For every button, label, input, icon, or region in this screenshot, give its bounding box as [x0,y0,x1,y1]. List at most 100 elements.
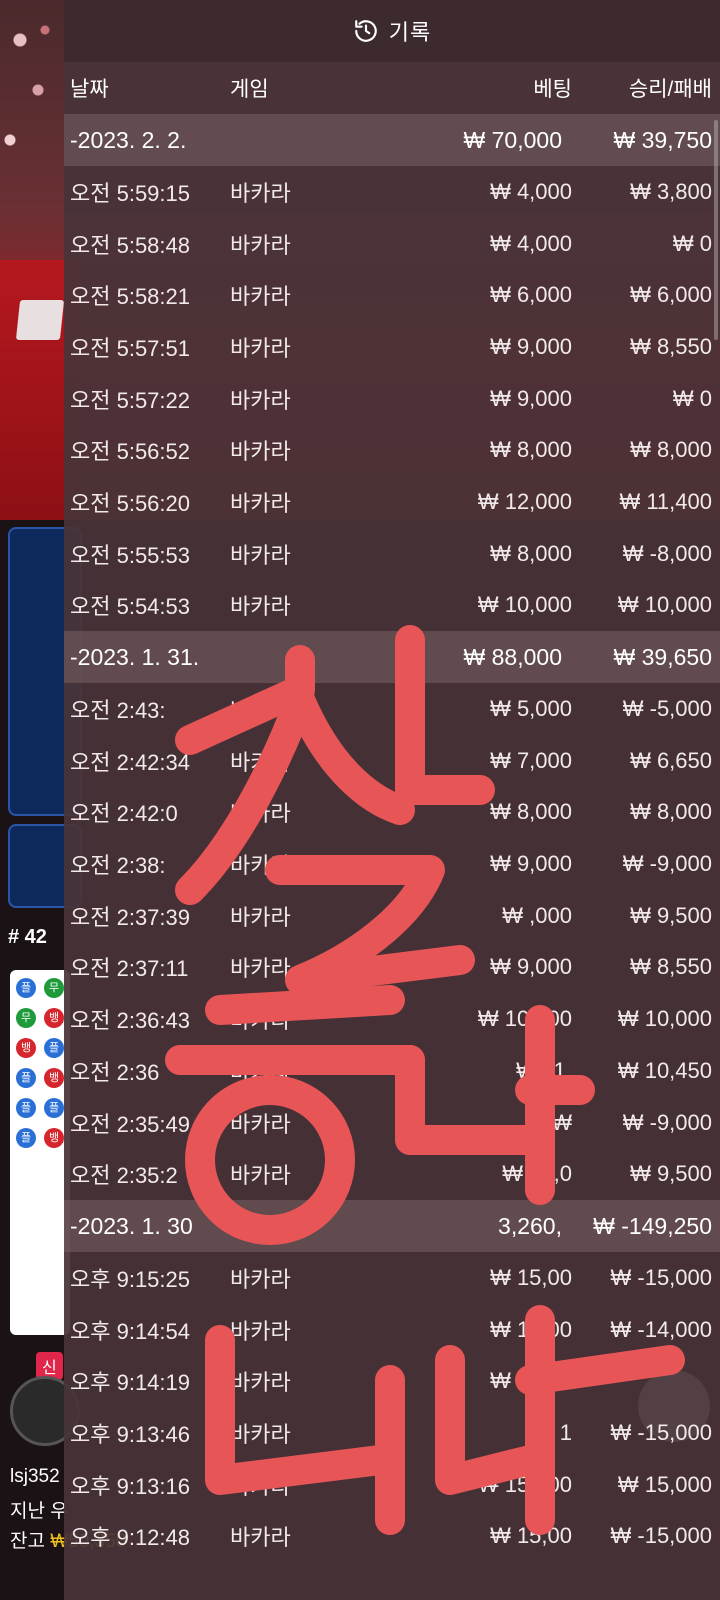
row-game: 바카라 [230,1370,291,1396]
row-game: 바카라 [230,1473,291,1499]
history-row[interactable]: 오전 2:37:11 바카라 ₩ 9,000 ₩ 8,550 [64,942,720,994]
group-date: -2023. 2. 2. [70,126,187,153]
history-list[interactable]: -2023. 2. 2. ₩ 70,000 ₩ 39,750 오전 5:59:15 바카… [64,114,720,1562]
history-row[interactable]: 오전 2:37:39 바카라 ₩ ,000 ₩ 9,500 [64,890,720,942]
history-row[interactable]: 오전 2:35:2 바카라 ₩ 10,0 ₩ 9,500 [64,1148,720,1200]
row-bet: ₩ 9,000 [490,851,572,877]
group-result-total: ₩ -149,250 [593,1212,712,1239]
group-bet-total: ₩ 88,000 [463,643,562,670]
row-time: 오전 5:58:21 [70,284,190,310]
row-time: 오전 2:35:2 [70,1163,178,1189]
history-row[interactable]: 오전 2:36:43 바카라 ₩ 10,000 ₩ 10,000 [64,993,720,1045]
row-result: ₩ -9,000 [622,1109,712,1135]
row-result: ₩ 11,400 [619,488,712,514]
row-result: ₩ -14,000 [610,1316,713,1342]
group-bet-total: ₩ 70,000 [463,126,562,153]
header-result: 승리/패배 [628,78,712,101]
row-time: 오전 5:57:22 [70,387,190,413]
scrollbar[interactable] [714,120,718,340]
row-game: 바카라 [230,1111,291,1137]
history-row[interactable]: 오전 2:43: 바카라 ₩ 5,000 ₩ -5,000 [64,683,720,735]
row-bet: ₩ 8,000 [490,437,572,463]
row-result: ₩ 8,550 [630,333,712,359]
history-row[interactable]: 오전 5:55:53 바카라 ₩ 8,000 ₩ -8,000 [64,528,720,580]
row-result: ₩ 9,500 [630,902,712,928]
history-row[interactable]: 오후 9:14:19 바카라 ₩ 15,00 [64,1355,720,1407]
row-game: 바카라 [230,801,291,827]
row-result: ₩ 10,000 [617,1006,712,1032]
row-time: 오전 2:42:0 [70,801,178,827]
history-row[interactable]: 오후 9:14:54 바카라 ₩ 14,00 ₩ -14,000 [64,1304,720,1356]
row-result: ₩ 8,000 [630,799,712,825]
row-time: 오전 2:36 [70,1059,160,1085]
row-result: ₩ -8,000 [622,540,712,566]
history-row[interactable]: 오전 5:56:52 바카라 ₩ 8,000 ₩ 8,000 [64,424,720,476]
row-result: ₩ 10,450 [617,1057,712,1083]
history-row[interactable]: 오전 5:57:51 바카라 ₩ 9,000 ₩ 8,550 [64,321,720,373]
row-game: 바카라 [230,490,291,516]
date-group-row: -2023. 2. 2. ₩ 70,000 ₩ 39,750 [64,114,720,166]
row-bet: ₩ 15,000 [477,1471,572,1497]
row-time: 오전 5:57:51 [70,335,190,361]
row-bet: ₩ 1 [532,1419,572,1445]
row-time: 오전 2:37:39 [70,904,190,930]
row-time: 오전 5:59:15 [70,180,190,206]
header-game: 게임 [230,78,269,101]
history-row[interactable]: 오전 2:36 바카라 ₩ 11, ₩ 10,450 [64,1045,720,1097]
row-time: 오전 5:56:52 [70,439,190,465]
row-result: ₩ 6,000 [630,282,712,308]
history-header: 기록 [64,0,720,62]
row-result: ₩ 8,000 [630,437,712,463]
last-round-line: 지난 우 [10,1501,68,1522]
history-row[interactable]: 오전 2:42:0 바카라 ₩ 8,000 ₩ 8,000 [64,787,720,839]
row-time: 오전 5:58:48 [70,232,190,258]
row-bet: ₩ 7,000 [490,747,572,773]
row-time: 오전 2:35:49 [70,1111,190,1137]
row-result: ₩ -5,000 [622,696,712,722]
row-time: 오후 9:13:16 [70,1473,190,1499]
history-title: 기록 [388,20,432,45]
history-row[interactable]: 오전 5:58:48 바카라 ₩ 4,000 ₩ 0 [64,218,720,270]
history-row[interactable]: 오후 9:15:25 바카라 ₩ 15,00 ₩ -15,000 [64,1252,720,1304]
row-game: 바카라 [230,904,291,930]
history-row[interactable]: 오전 2:42:34 바카라 ₩ 7,000 ₩ 6,650 [64,735,720,787]
row-bet: ₩ 6,000 [490,282,572,308]
row-game: 바카라 [230,956,291,982]
header-date: 날짜 [70,78,109,101]
balance-label: 잔고 [10,1531,45,1552]
row-time: 오전 2:37:11 [70,956,189,982]
history-row[interactable]: 오전 5:54:53 바카라 ₩ 10,000 ₩ 10,000 [64,580,720,632]
row-game: 바카라 [230,542,291,568]
row-result: ₩ 0 [672,385,712,411]
history-row[interactable]: 오전 5:58:21 바카라 ₩ 6,000 ₩ 6,000 [64,269,720,321]
row-bet: ₩ 9,000 [490,333,572,359]
row-game: 바카라 [230,594,291,620]
date-group-row: -2023. 1. 30 3,260, ₩ -149,250 [64,1200,720,1253]
row-time: 오후 9:12:48 [70,1525,190,1551]
row-result: ₩ 3,800 [630,178,712,204]
row-bet: ₩ 15,00 [490,1523,572,1549]
row-bet: ₩ 14,00 [490,1316,572,1342]
group-result-total: ₩ 39,650 [613,643,712,670]
road-number: # 42 [8,926,47,948]
row-result: ₩ 0 [672,230,712,256]
row-bet: ₩ [551,1109,572,1135]
history-row[interactable]: 오후 9:12:48 바카라 ₩ 15,00 ₩ -15,000 [64,1511,720,1563]
row-time: 오전 2:38: [70,853,166,879]
history-row[interactable]: 오전 5:59:15 바카라 ₩ 4,000 ₩ 3,800 [64,166,720,218]
row-bet: ₩ 4,000 [490,230,572,256]
history-row[interactable]: 오후 9:13:16 바카라 ₩ 15,000 ₩ 15,000 [64,1459,720,1511]
history-row[interactable]: 오전 5:57:22 바카라 ₩ 9,000 ₩ 0 [64,373,720,425]
column-headers: 날짜 게임 베팅 승리/패배 [64,62,720,114]
history-row[interactable]: 오전 2:38: 바카라 ₩ 9,000 ₩ -9,000 [64,838,720,890]
history-row[interactable]: 오후 9:13:46 바카라 ₩ 1 ₩ -15,000 [64,1407,720,1459]
row-time: 오전 2:43: [70,698,166,724]
history-row[interactable]: 오전 2:35:49 바카라 ₩ ₩ -9,000 [64,1097,720,1149]
date-group-row: -2023. 1. 31. ₩ 88,000 ₩ 39,650 [64,631,720,684]
row-time: 오전 2:42:34 [70,749,190,775]
row-game: 바카라 [230,853,291,879]
row-game: 바카라 [230,1008,291,1034]
history-row[interactable]: 오전 5:56:20 바카라 ₩ 12,000 ₩ 11,400 [64,476,720,528]
row-time: 오후 9:14:54 [70,1318,190,1344]
row-bet: ₩ 10,000 [477,592,572,618]
